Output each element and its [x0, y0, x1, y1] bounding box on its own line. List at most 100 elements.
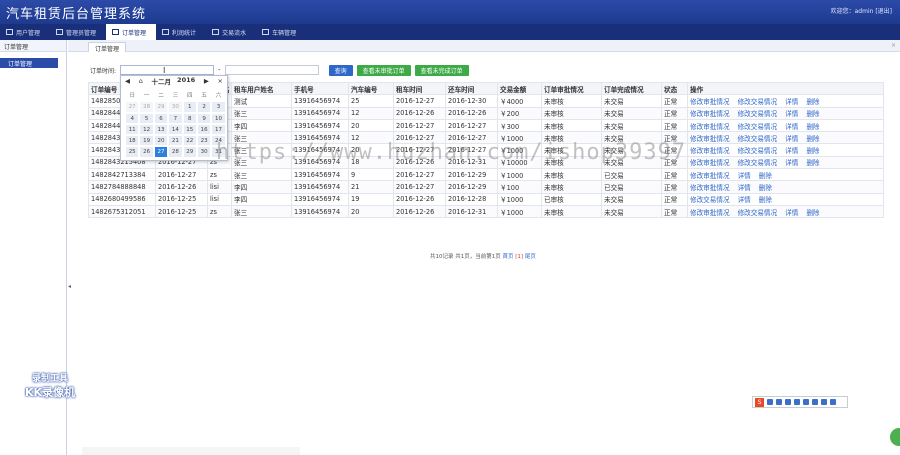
- calendar-day[interactable]: 30: [196, 146, 212, 158]
- action-link[interactable]: 详情: [785, 98, 798, 106]
- action-link[interactable]: 修改审批情况: [690, 123, 730, 131]
- action-link[interactable]: 删除: [806, 110, 819, 118]
- action-link[interactable]: 修改交易情况: [738, 135, 778, 143]
- nav-item-5[interactable]: 车辆管理: [256, 24, 306, 40]
- calendar-day[interactable]: 22: [182, 135, 197, 147]
- action-link[interactable]: 详情: [785, 110, 798, 118]
- prev-month-icon[interactable]: ◀: [125, 77, 130, 85]
- calendar-day[interactable]: 23: [196, 135, 212, 147]
- action-link[interactable]: 详情: [738, 184, 751, 192]
- action-link[interactable]: 修改交易情况: [738, 123, 778, 131]
- calendar-day[interactable]: 5: [139, 112, 154, 124]
- calendar-day[interactable]: 20: [153, 135, 169, 147]
- ime-icon[interactable]: [776, 399, 782, 405]
- calendar-day[interactable]: 28: [139, 101, 154, 113]
- calendar-day[interactable]: 6: [153, 112, 169, 124]
- action-link[interactable]: 删除: [806, 123, 819, 131]
- calendar-day[interactable]: 29: [182, 146, 197, 158]
- ime-icon[interactable]: [794, 399, 800, 405]
- ime-icon[interactable]: [830, 399, 836, 405]
- calendar-day[interactable]: 18: [125, 135, 140, 147]
- calendar-day[interactable]: 27: [125, 101, 140, 113]
- calendar-day[interactable]: 27: [153, 146, 169, 158]
- action-link[interactable]: 删除: [806, 159, 819, 167]
- calendar-day[interactable]: 30: [168, 101, 183, 113]
- ime-icon[interactable]: [821, 399, 827, 405]
- calendar-day[interactable]: 16: [196, 123, 212, 136]
- action-link[interactable]: 删除: [759, 196, 772, 204]
- calendar-day[interactable]: 15: [182, 123, 197, 136]
- action-link[interactable]: 删除: [806, 209, 819, 217]
- action-link[interactable]: 修改交易情况: [690, 196, 730, 204]
- ime-icon[interactable]: [803, 399, 809, 405]
- tab-orders[interactable]: 订单管理: [88, 42, 127, 53]
- calendar-day[interactable]: 1: [182, 101, 197, 113]
- action-link[interactable]: 详情: [785, 209, 798, 217]
- calendar-day[interactable]: 25: [125, 146, 140, 158]
- floating-widget-icon[interactable]: [890, 428, 900, 446]
- calendar-day[interactable]: 26: [139, 146, 154, 158]
- action-link[interactable]: 修改交易情况: [738, 209, 778, 217]
- nav-item-4[interactable]: 交易流水: [206, 24, 256, 40]
- ime-icon[interactable]: [812, 399, 818, 405]
- ime-icon[interactable]: [767, 399, 773, 405]
- action-link[interactable]: 修改交易情况: [738, 159, 778, 167]
- action-link[interactable]: 修改审批情况: [690, 147, 730, 155]
- action-link[interactable]: 修改交易情况: [738, 147, 778, 155]
- action-link[interactable]: 删除: [759, 184, 772, 192]
- pager-current[interactable]: [1]: [515, 254, 523, 260]
- calendar-day[interactable]: 17: [211, 123, 226, 136]
- calendar-day[interactable]: 14: [168, 123, 183, 136]
- calendar-day[interactable]: 2: [196, 101, 212, 113]
- action-link[interactable]: 删除: [806, 98, 819, 106]
- calendar-day[interactable]: 4: [125, 112, 140, 124]
- nav-item-0[interactable]: 用户管理: [0, 24, 50, 40]
- action-link[interactable]: 详情: [785, 135, 798, 143]
- calendar-day[interactable]: 8: [182, 112, 197, 124]
- calendar-day[interactable]: 12: [139, 123, 154, 136]
- action-link[interactable]: 修改审批情况: [690, 135, 730, 143]
- home-icon[interactable]: ⌂: [139, 77, 143, 85]
- calendar-day[interactable]: 13: [153, 123, 169, 136]
- calendar-day[interactable]: 7: [168, 112, 183, 124]
- action-link[interactable]: 修改审批情况: [690, 172, 730, 180]
- calendar-day[interactable]: 9: [196, 112, 212, 124]
- action-link[interactable]: 详情: [785, 159, 798, 167]
- calendar-month[interactable]: 十二月: [152, 76, 172, 86]
- end-date-input[interactable]: [224, 65, 319, 75]
- close-icon[interactable]: ×: [891, 42, 896, 49]
- unfinished-orders-button[interactable]: 查看未完成订单: [414, 64, 469, 76]
- action-link[interactable]: 删除: [759, 172, 772, 180]
- calendar-year[interactable]: 2016: [177, 76, 195, 86]
- nav-item-1[interactable]: 管理员管理: [50, 24, 106, 40]
- action-link[interactable]: 删除: [806, 147, 819, 155]
- sidebar-header[interactable]: 订单管理: [0, 40, 66, 52]
- action-link[interactable]: 删除: [806, 135, 819, 143]
- calendar-day[interactable]: 19: [139, 135, 154, 147]
- pager-first[interactable]: 首页: [503, 254, 514, 260]
- calendar-day[interactable]: 28: [168, 146, 183, 158]
- ime-toolbar[interactable]: S: [752, 396, 848, 408]
- start-date-input[interactable]: I: [120, 65, 215, 75]
- close-icon[interactable]: ×: [218, 77, 223, 85]
- calendar-day[interactable]: 3: [211, 101, 226, 113]
- nav-item-2[interactable]: 订单管理: [106, 24, 157, 40]
- action-link[interactable]: 详情: [738, 196, 751, 204]
- collapse-handle-icon[interactable]: ◂: [68, 283, 74, 295]
- ime-logo-icon[interactable]: S: [755, 397, 764, 407]
- calendar-day[interactable]: 11: [125, 123, 140, 136]
- sidebar-item-orders[interactable]: 订单管理: [0, 58, 58, 68]
- calendar-day[interactable]: 21: [168, 135, 183, 147]
- query-button[interactable]: 查询: [328, 64, 353, 76]
- ime-icon[interactable]: [785, 399, 791, 405]
- nav-item-3[interactable]: 利润统计: [156, 24, 206, 40]
- action-link[interactable]: 详情: [738, 172, 751, 180]
- action-link[interactable]: 修改交易情况: [738, 110, 778, 118]
- next-month-icon[interactable]: ▶: [204, 77, 209, 85]
- action-link[interactable]: 修改审批情况: [690, 110, 730, 118]
- pager-last[interactable]: 尾页: [525, 254, 536, 260]
- calendar-day[interactable]: 10: [211, 112, 226, 124]
- action-link[interactable]: 修改审批情况: [690, 159, 730, 167]
- user-info[interactable]: 欢迎您：admin [退出]: [831, 6, 892, 15]
- unapproved-orders-button[interactable]: 查看未审批订单: [356, 64, 411, 76]
